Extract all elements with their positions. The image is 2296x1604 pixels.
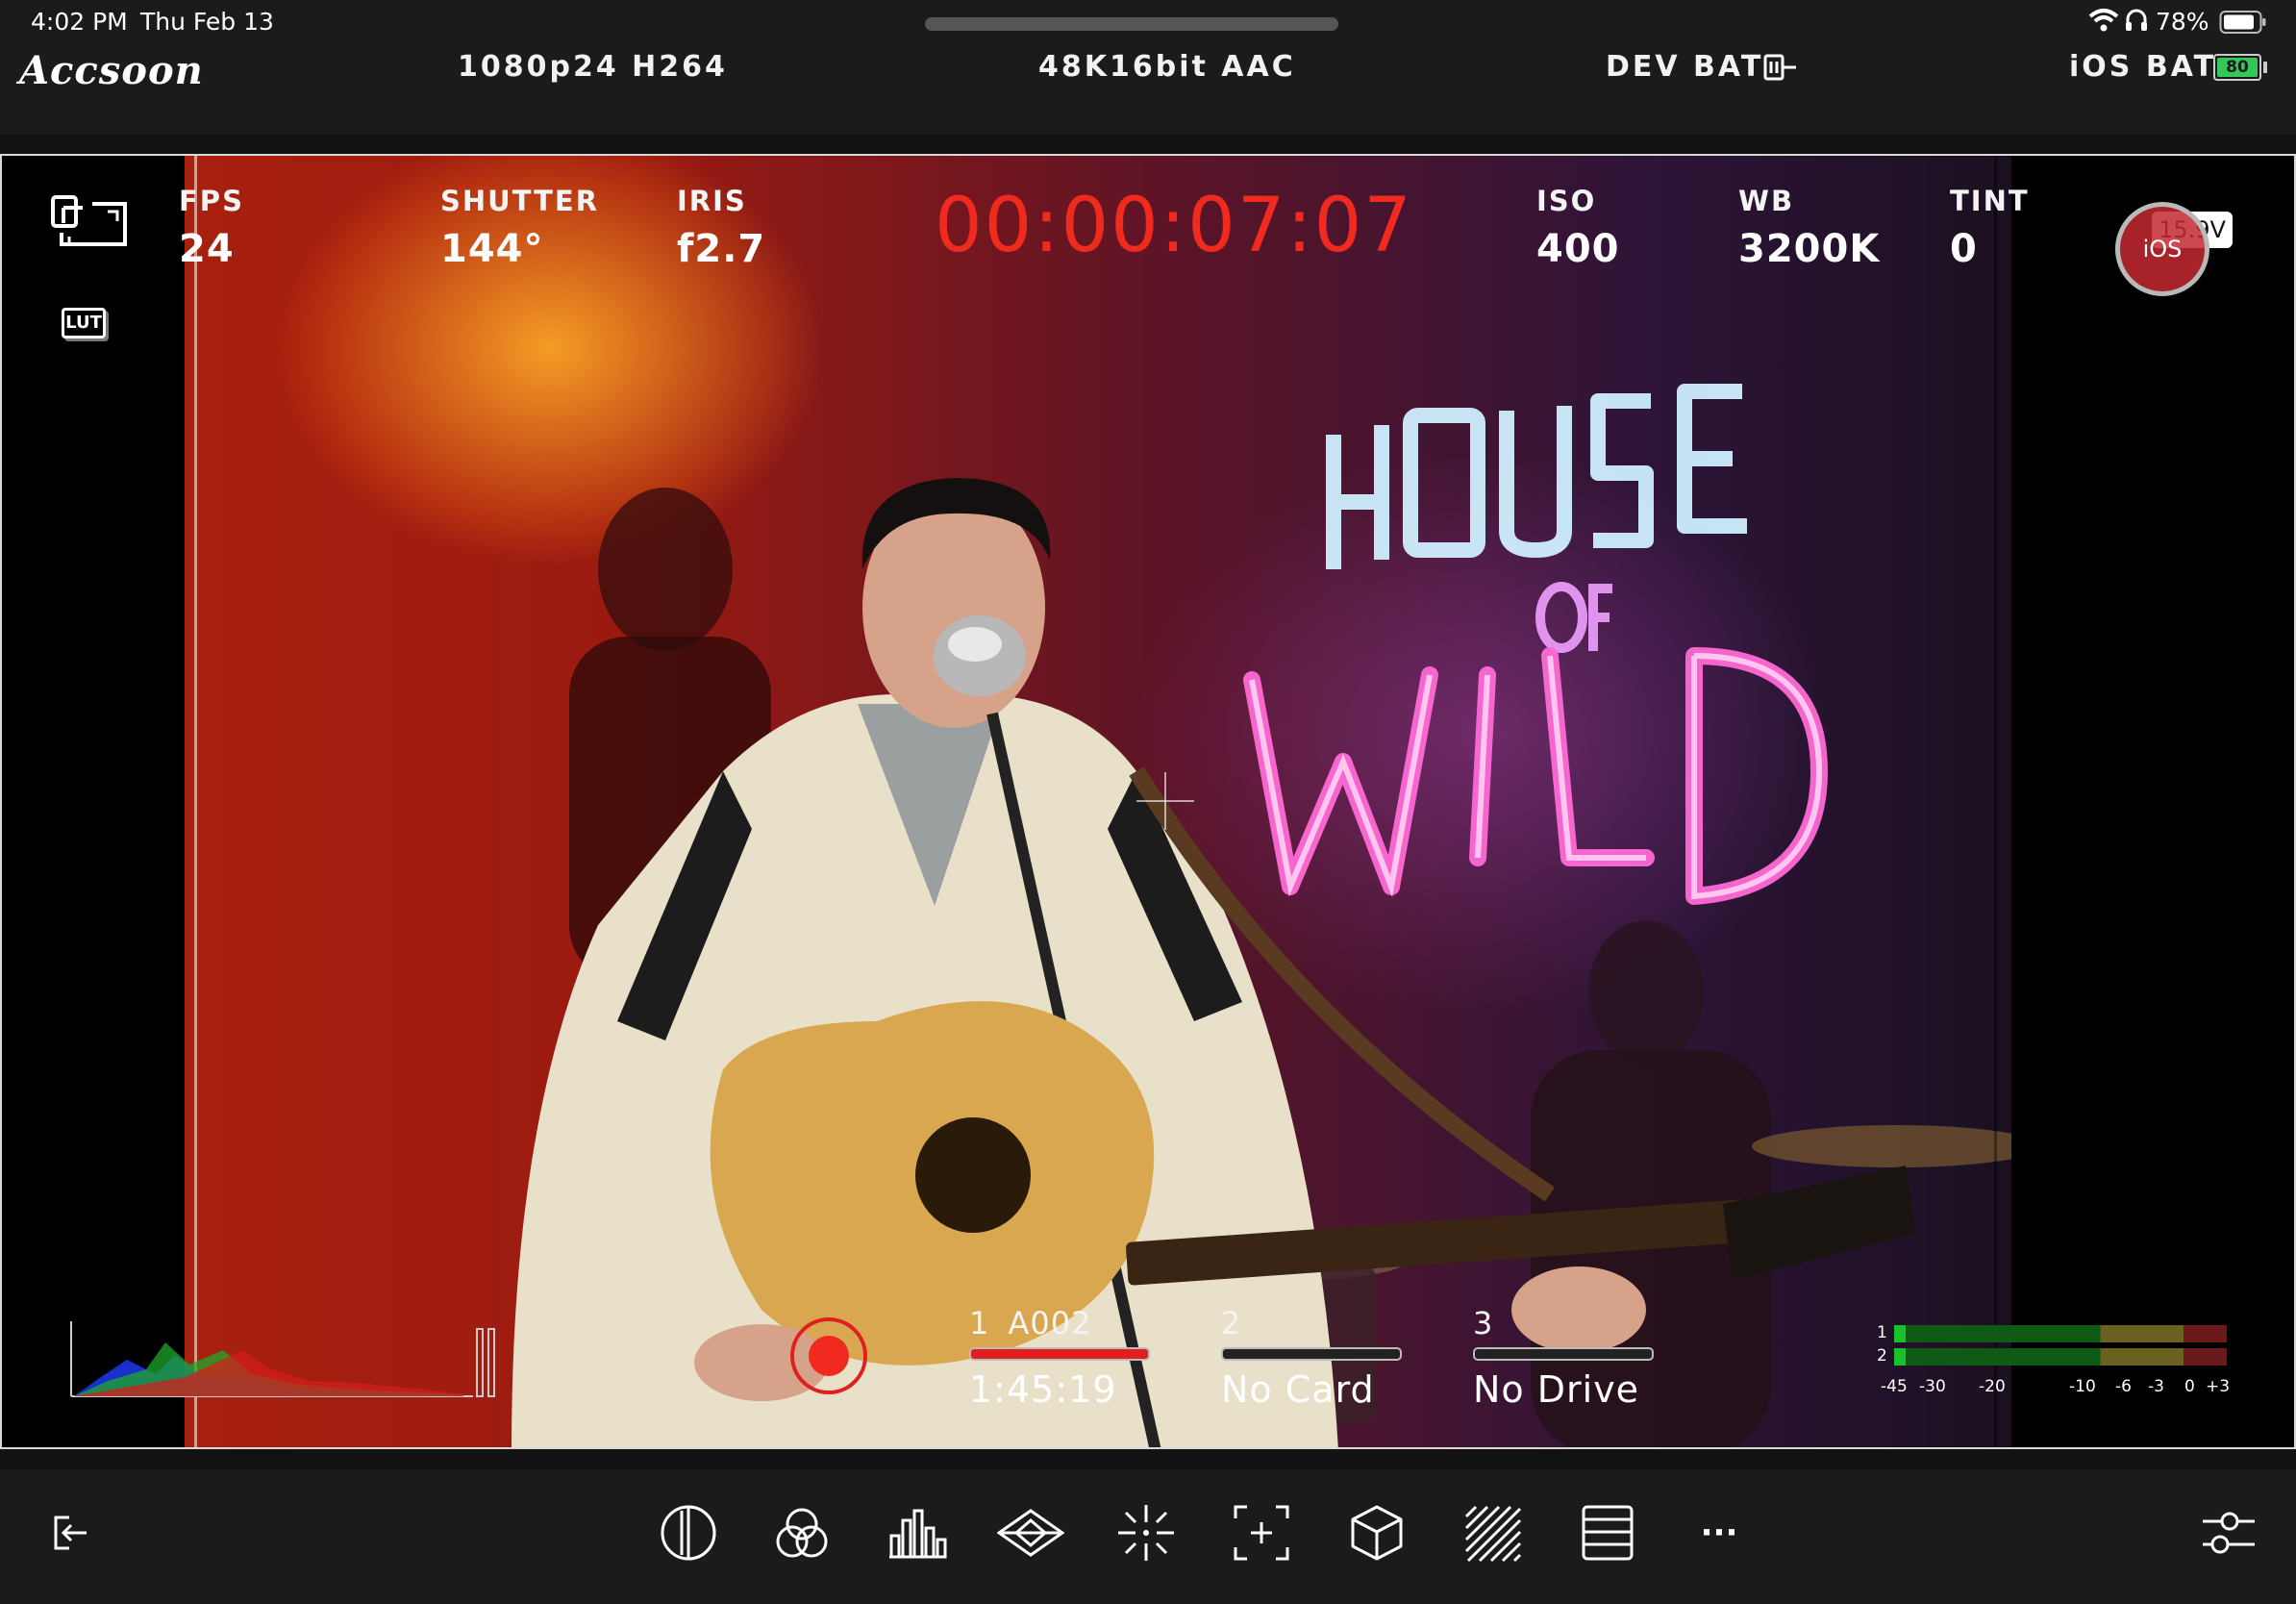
histogram: [69, 1321, 502, 1400]
slot-status: No Card: [1221, 1368, 1375, 1411]
slot-3[interactable]: 3 No Drive: [1473, 1305, 1675, 1411]
dev-bat-label: DEV BAT: [1606, 50, 1764, 84]
video-format: 1080p24 H264: [458, 50, 728, 84]
tint-label: TINT: [1950, 185, 2030, 217]
lut-button[interactable]: LUT: [62, 308, 106, 338]
wifi-icon: [2088, 8, 2119, 37]
3d-lut-cube-icon[interactable]: [1342, 1498, 1411, 1567]
audio-level-meter: 1 2 -45 -30 -20 -10 -6 -3 0 +3: [1871, 1321, 2236, 1408]
meter-scale-0: 0: [2184, 1377, 2195, 1396]
timecode: 00:00:07:07: [935, 183, 1413, 269]
rgb-parade-icon[interactable]: [767, 1498, 836, 1567]
slot-progress-bar: [1221, 1347, 1402, 1361]
headphones-icon: [2125, 8, 2148, 37]
fps-label: FPS: [179, 185, 244, 217]
more-options-icon[interactable]: ···: [1685, 1498, 1754, 1567]
wb-label: WB: [1738, 185, 1795, 217]
wb-value[interactable]: 3200K: [1738, 227, 1880, 271]
slot-progress-bar: [1473, 1347, 1654, 1361]
ios-bat-label: iOS BAT: [2069, 50, 2217, 84]
record-button[interactable]: [790, 1317, 867, 1394]
slot-2[interactable]: 2 No Card: [1221, 1305, 1404, 1411]
meter-scale-minus3: -3: [2148, 1377, 2164, 1396]
iris-value[interactable]: f2.7: [677, 227, 765, 271]
external-power-icon: [1761, 52, 1800, 87]
ios-battery-level: 80: [2217, 58, 2258, 77]
audio-channel-1-label: 1: [1877, 1323, 1887, 1342]
slot-number: 3: [1473, 1305, 1494, 1341]
multitask-handle[interactable]: [925, 17, 1338, 31]
slot-status: No Drive: [1473, 1368, 1640, 1411]
center-marker-v: [1164, 772, 1166, 830]
brand-logo: Accsoon: [19, 48, 204, 93]
ios-record-badge[interactable]: iOS: [2115, 202, 2209, 296]
slot-remaining: 1:45:19: [969, 1368, 1117, 1411]
tint-value[interactable]: 0: [1950, 227, 1978, 271]
audio-channel-2-label: 2: [1877, 1346, 1887, 1366]
meter-scale-plus3: +3: [2206, 1377, 2231, 1396]
status-time: 4:02 PM: [31, 8, 128, 36]
fps-value[interactable]: 24: [179, 227, 235, 271]
slot-number: 1: [969, 1305, 990, 1341]
frame-guides-icon[interactable]: [1227, 1498, 1296, 1567]
meter-scale-minus10: -10: [2069, 1377, 2096, 1396]
frame-guide-left: [194, 156, 197, 1447]
false-color-icon[interactable]: [654, 1498, 723, 1567]
iris-label: IRIS: [677, 185, 747, 217]
battery-icon: [2219, 10, 2267, 38]
audio-channel-2-level: [1894, 1348, 1906, 1366]
fit-screen-icon[interactable]: [50, 194, 131, 252]
audio-channel-2-bar: [1894, 1348, 2227, 1366]
meter-scale-minus30: -30: [1919, 1377, 1946, 1396]
camera-feed[interactable]: [185, 156, 2011, 1447]
frame-guide-right: [1994, 156, 1997, 1447]
sliders-settings-icon[interactable]: [2194, 1498, 2263, 1567]
exit-icon[interactable]: [35, 1498, 104, 1567]
top-bar: 4:02 PM Thu Feb 13 78% Accsoon 1080p24 H…: [0, 0, 2296, 135]
meter-scale-minus20: -20: [1979, 1377, 2006, 1396]
ios-battery-nub: [2263, 62, 2267, 73]
status-date: Thu Feb 13: [140, 8, 274, 36]
audio-format: 48K16bit AAC: [1038, 50, 1296, 84]
waveform-icon[interactable]: [996, 1498, 1065, 1567]
bottom-toolbar: ···: [0, 1469, 2296, 1604]
ios-battery-icon: 80: [2213, 54, 2261, 81]
stage-performer-illustration: [512, 384, 2011, 1447]
zebra-icon[interactable]: [1458, 1498, 1527, 1567]
display-settings-icon[interactable]: [1573, 1498, 1642, 1567]
video-viewfinder[interactable]: LUT FPS 24 SHUTTER 144° IRIS f2.7 00:00:…: [0, 154, 2296, 1449]
focus-peaking-icon[interactable]: [1111, 1498, 1181, 1567]
audio-channel-1-bar: [1894, 1325, 2227, 1342]
record-dot: [809, 1336, 849, 1376]
slot-progress-bar: [969, 1347, 1150, 1361]
meter-scale-minus6: -6: [2115, 1377, 2132, 1396]
iso-label: ISO: [1536, 185, 1597, 217]
iso-value[interactable]: 400: [1536, 227, 1620, 271]
shutter-value[interactable]: 144°: [440, 227, 544, 271]
slot-1[interactable]: 1 A002 1:45:19: [969, 1305, 1152, 1411]
meter-scale-minus45: -45: [1881, 1377, 1908, 1396]
slot-number: 2: [1221, 1305, 1242, 1341]
shutter-label: SHUTTER: [440, 185, 600, 217]
histogram-icon[interactable]: [883, 1498, 952, 1567]
battery-percent: 78%: [2156, 8, 2209, 36]
audio-channel-1-level: [1894, 1325, 1906, 1342]
slot-clip-name: A002: [1008, 1305, 1092, 1341]
